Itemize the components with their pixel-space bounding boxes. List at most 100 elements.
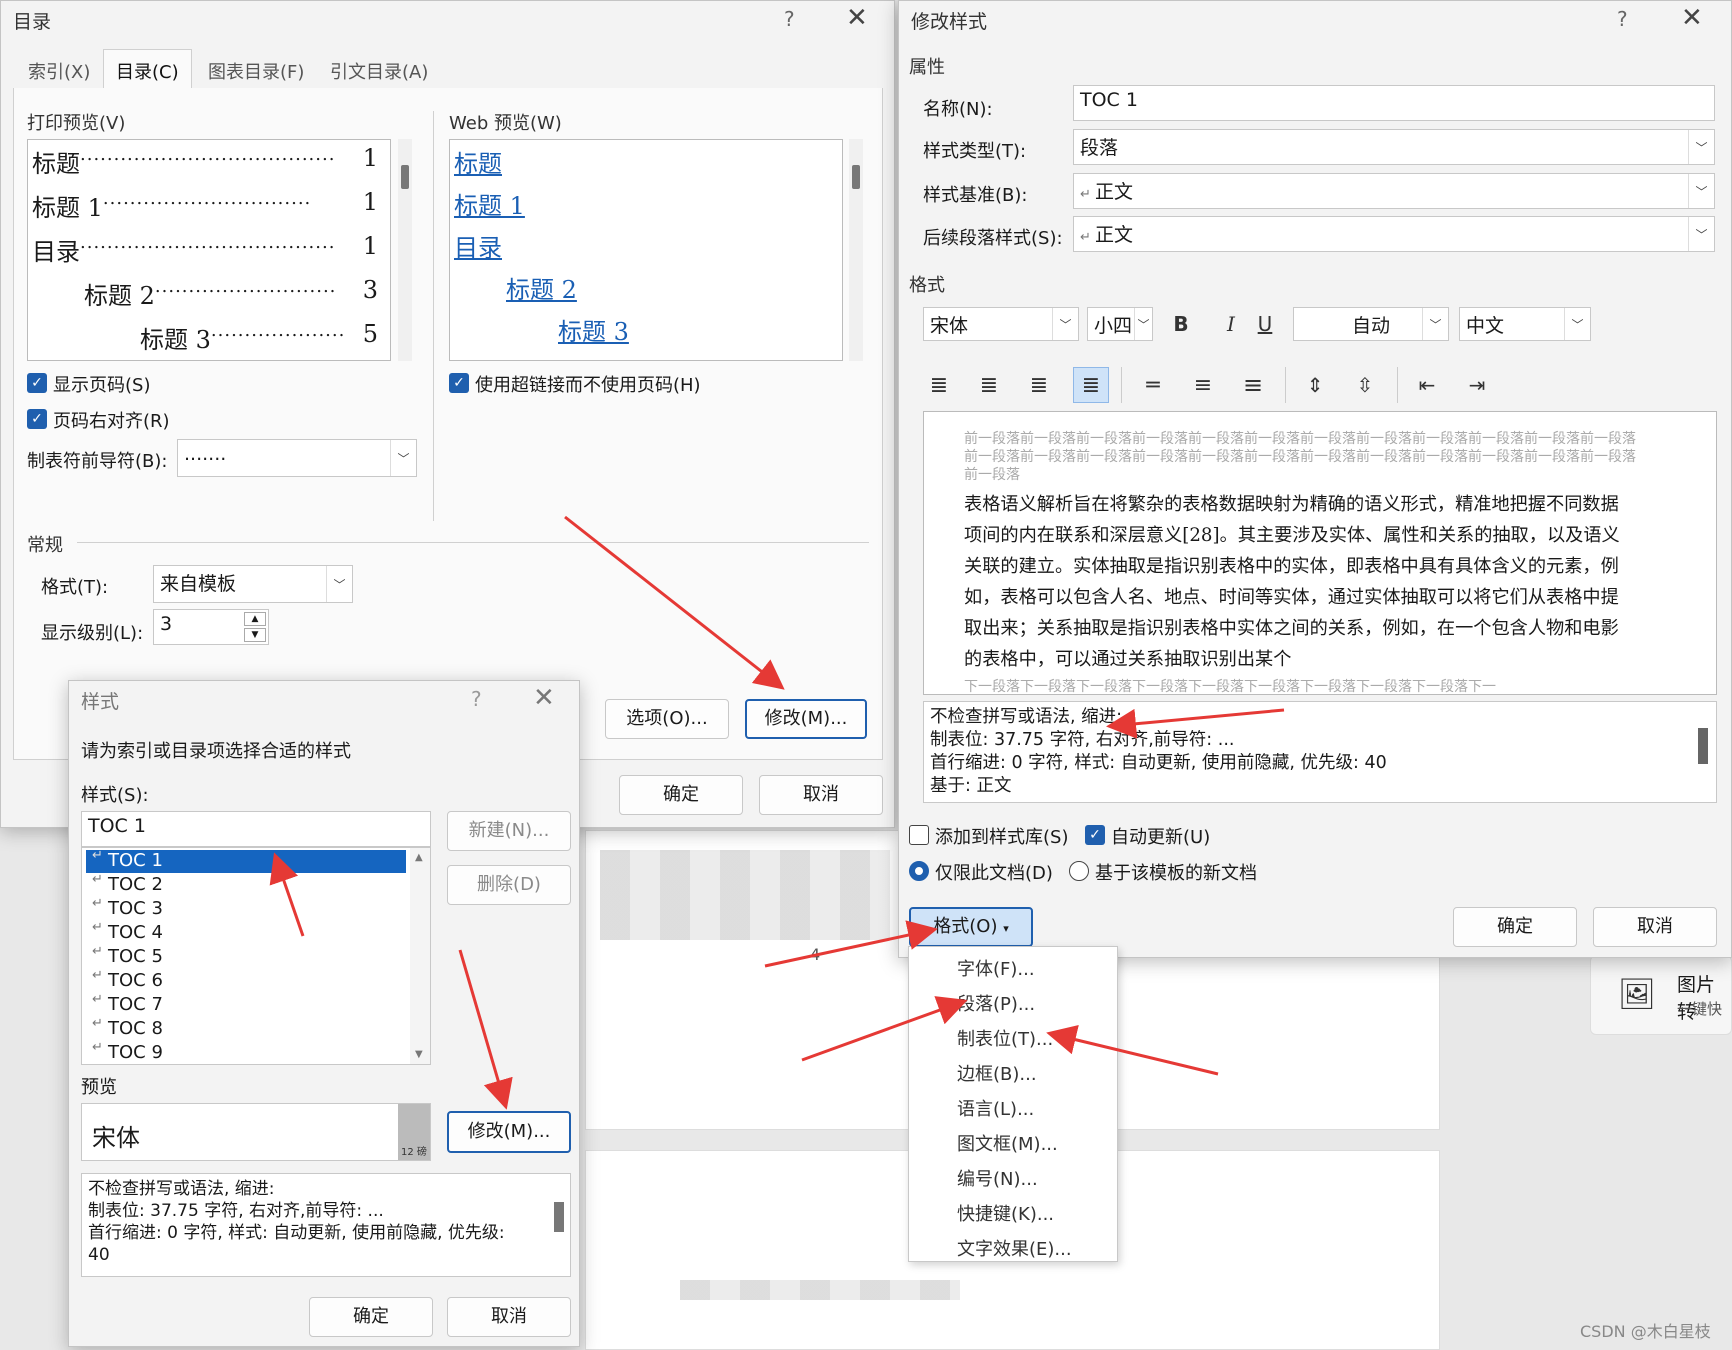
- based-on-select[interactable]: ↵ 正文 ﹀: [1073, 173, 1715, 209]
- increase-indent-icon[interactable]: ⇥: [1461, 369, 1493, 401]
- format-section-label: 格式: [909, 275, 945, 296]
- wp-link-5[interactable]: 标题 3: [558, 312, 629, 347]
- menu-item-numbering[interactable]: 编号(N)...: [957, 1165, 1038, 1191]
- font-select[interactable]: 宋体 ﹀: [923, 307, 1079, 341]
- dropdown-caret-icon: ▾: [1003, 922, 1009, 935]
- menu-item-paragraph[interactable]: 段落(P)...: [957, 990, 1035, 1016]
- format-select[interactable]: 来自模板 ﹀: [153, 565, 353, 603]
- double-spacing-icon[interactable]: ≡: [1237, 369, 1269, 401]
- scroll-up-icon[interactable]: ▲: [415, 852, 423, 863]
- close-icon[interactable]: ✕: [533, 683, 555, 713]
- style-list-scrollbar[interactable]: ▲ ▼: [410, 848, 430, 1064]
- increase-spacing-icon[interactable]: ⇕: [1299, 369, 1331, 401]
- style-input[interactable]: TOC 1: [81, 811, 431, 847]
- add-to-gallery-checkbox[interactable]: ✓: [909, 825, 929, 845]
- tab-figures[interactable]: 图表目录(F): [195, 49, 317, 89]
- menu-item-text-effects[interactable]: 文字效果(E)...: [957, 1235, 1072, 1261]
- list-item[interactable]: ↵ TOC 4: [86, 920, 406, 945]
- help-icon[interactable]: ?: [471, 687, 482, 711]
- modify-title: 修改样式: [911, 11, 988, 33]
- style-cancel-button[interactable]: 取消: [447, 1297, 571, 1337]
- toc-cancel-button[interactable]: 取消: [759, 775, 883, 815]
- close-icon[interactable]: ✕: [1681, 3, 1703, 33]
- bold-button[interactable]: B: [1167, 309, 1195, 339]
- preview-label: 预览: [81, 1077, 117, 1098]
- wp-link-3[interactable]: 目录: [454, 228, 502, 263]
- justify-icon[interactable]: ≣: [1073, 367, 1109, 403]
- size-select[interactable]: 小四 ﹀: [1087, 307, 1153, 341]
- tab-leader-select[interactable]: ....... ﹀: [177, 439, 417, 477]
- web-preview-scrollbar[interactable]: [849, 139, 863, 361]
- list-item[interactable]: ↵ TOC 2: [86, 872, 406, 897]
- name-input[interactable]: TOC 1: [1073, 85, 1715, 121]
- tab-index[interactable]: 索引(X): [15, 49, 103, 89]
- scroll-down-icon[interactable]: ▼: [415, 1049, 423, 1060]
- chevron-down-icon: ﹀: [326, 566, 352, 602]
- wp-link-4[interactable]: 标题 2: [506, 270, 577, 305]
- one-half-spacing-icon[interactable]: ≡: [1187, 369, 1219, 401]
- help-icon[interactable]: ?: [784, 7, 795, 31]
- side-panel[interactable]: 🖼 图片转 一键快: [1590, 955, 1732, 1035]
- script-select[interactable]: 中文 ﹀: [1459, 307, 1591, 341]
- only-this-doc-radio[interactable]: [909, 861, 929, 881]
- list-item[interactable]: ↵ TOC 7: [86, 992, 406, 1017]
- format-menu-button[interactable]: 格式(O) ▾: [909, 907, 1033, 947]
- menu-item-border[interactable]: 边框(B)...: [957, 1060, 1037, 1086]
- modify-toc-button[interactable]: 修改(M)...: [745, 699, 867, 739]
- style-dialog: 样式 ? ✕ 请为索引或目录项选择合适的样式 样式(S): TOC 1 ↵ TOC…: [68, 680, 580, 1347]
- modify-cancel-button[interactable]: 取消: [1593, 907, 1717, 947]
- levels-spinner[interactable]: 3 ▲ ▼: [153, 609, 269, 645]
- modify-ok-button[interactable]: 确定: [1453, 907, 1577, 947]
- use-hyperlinks-checkbox[interactable]: ✓: [449, 373, 469, 393]
- color-select[interactable]: 自动 ﹀: [1293, 307, 1449, 341]
- list-item[interactable]: ↵ TOC 1: [86, 848, 406, 873]
- options-button[interactable]: 选项(O)...: [605, 699, 729, 739]
- toc-titlebar: 目录 ? ✕: [1, 1, 894, 41]
- decrease-spacing-icon[interactable]: ⇳: [1349, 369, 1381, 401]
- desc-scrollbar[interactable]: [1698, 728, 1708, 764]
- align-center-icon[interactable]: ≣: [973, 369, 1005, 401]
- list-item[interactable]: ↵ TOC 3: [86, 896, 406, 921]
- align-left-icon[interactable]: ≣: [923, 369, 955, 401]
- menu-item-shortcut[interactable]: 快捷键(K)...: [957, 1200, 1054, 1226]
- italic-button[interactable]: I: [1217, 309, 1245, 339]
- desc-line: 40: [88, 1245, 110, 1265]
- list-item[interactable]: ↵ TOC 5: [86, 944, 406, 969]
- delete-style-button[interactable]: 删除(D): [447, 865, 571, 905]
- right-align-label: 页码右对齐(R): [53, 411, 170, 432]
- close-icon[interactable]: ✕: [846, 3, 868, 33]
- wp-link-1[interactable]: 标题: [454, 144, 502, 179]
- new-docs-radio[interactable]: [1069, 861, 1089, 881]
- list-item[interactable]: ↵ TOC 9: [86, 1040, 406, 1065]
- tab-toc[interactable]: 目录(C): [103, 49, 192, 89]
- new-style-button[interactable]: 新建(N)...: [447, 811, 571, 851]
- underline-button[interactable]: U: [1251, 309, 1279, 339]
- list-item[interactable]: ↵ TOC 8: [86, 1016, 406, 1041]
- toc-ok-button[interactable]: 确定: [619, 775, 743, 815]
- menu-item-font[interactable]: 字体(F)...: [957, 955, 1035, 981]
- next-style-select[interactable]: ↵ 正文 ﹀: [1073, 216, 1715, 252]
- chevron-down-icon: ﹀: [1052, 308, 1078, 340]
- wp-link-2[interactable]: 标题 1: [454, 186, 525, 221]
- auto-update-checkbox[interactable]: ✓: [1085, 825, 1105, 845]
- print-preview-scrollbar[interactable]: [398, 139, 412, 361]
- tab-authorities[interactable]: 引文目录(A): [317, 49, 441, 89]
- menu-item-language[interactable]: 语言(L)...: [957, 1095, 1034, 1121]
- single-spacing-icon[interactable]: ═: [1137, 369, 1169, 401]
- spin-down-icon[interactable]: ▼: [244, 628, 266, 642]
- spin-up-icon[interactable]: ▲: [244, 612, 266, 626]
- list-item[interactable]: ↵ TOC 6: [86, 968, 406, 993]
- decrease-indent-icon[interactable]: ⇤: [1411, 369, 1443, 401]
- show-page-numbers-checkbox[interactable]: ✓: [27, 373, 47, 393]
- style-list[interactable]: ↵ TOC 1 ↵ TOC 2 ↵ TOC 3 ↵ TOC 4 ↵ TOC 5 ↵ TOC …: [81, 847, 431, 1065]
- preview-size: 12 磅: [401, 1147, 427, 1158]
- desc-scrollbar[interactable]: [554, 1202, 564, 1232]
- align-right-icon[interactable]: ≣: [1023, 369, 1055, 401]
- style-modify-button[interactable]: 修改(M)...: [447, 1111, 571, 1153]
- menu-item-frame[interactable]: 图文框(M)...: [957, 1130, 1058, 1156]
- style-ok-button[interactable]: 确定: [309, 1297, 433, 1337]
- right-align-checkbox[interactable]: ✓: [27, 409, 47, 429]
- type-select[interactable]: 段落 ﹀: [1073, 129, 1715, 165]
- help-icon[interactable]: ?: [1617, 7, 1628, 31]
- menu-item-tabs[interactable]: 制表位(T)...: [957, 1025, 1053, 1051]
